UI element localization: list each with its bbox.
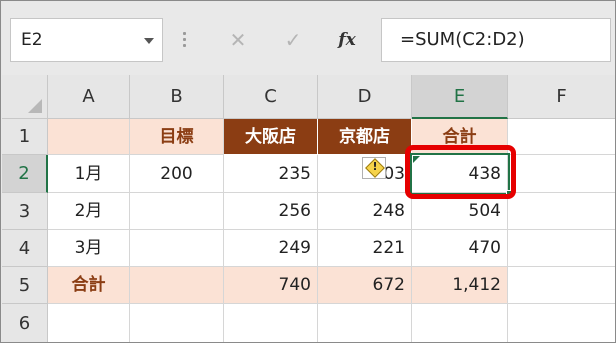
cancel-icon[interactable]: ✕ [224, 26, 252, 54]
cell-a1[interactable] [48, 119, 130, 155]
column-header-c[interactable]: C [224, 75, 318, 119]
cell-a2[interactable]: 1月 [48, 155, 130, 193]
chevron-down-icon[interactable] [144, 38, 154, 44]
formula-buttons: ✕ ✓ fx [212, 18, 372, 62]
column-header-d[interactable]: D [318, 75, 412, 119]
cell-a4[interactable]: 3月 [48, 230, 130, 267]
cell-d1[interactable]: 京都店 [318, 119, 412, 155]
excel-window: E2 ✕ ✓ fx =SUM(C2:D2) A B C D E F 1 2 3 … [0, 0, 616, 343]
row-header-2[interactable]: 2 [2, 155, 48, 193]
worksheet-grid: A B C D E F 1 2 3 4 5 6 目標 大阪店 京都店 合計 1月… [2, 75, 615, 342]
row-header-5[interactable]: 5 [2, 267, 48, 304]
cell-f5[interactable] [508, 267, 615, 304]
column-header-b[interactable]: B [130, 75, 224, 119]
formula-text: =SUM(C2:D2) [400, 29, 525, 50]
cell-b1[interactable]: 目標 [130, 119, 224, 155]
name-box[interactable]: E2 [10, 18, 163, 62]
cell-d3[interactable]: 248 [318, 193, 412, 230]
enter-check-icon[interactable]: ✓ [279, 26, 307, 54]
cell-d4[interactable]: 221 [318, 230, 412, 267]
formula-bar-area: E2 ✕ ✓ fx =SUM(C2:D2) [2, 2, 615, 75]
cell-c6[interactable] [224, 304, 318, 342]
cell-c3[interactable]: 256 [224, 193, 318, 230]
cell-b5[interactable] [130, 267, 224, 304]
cell-b6[interactable] [130, 304, 224, 342]
select-all-button[interactable] [2, 75, 48, 119]
column-header-e[interactable]: E [412, 75, 508, 119]
insert-function-icon[interactable]: fx [333, 26, 361, 54]
cell-f3[interactable] [508, 193, 615, 230]
grip-dots-icon[interactable] [183, 32, 187, 50]
cell-b3[interactable] [130, 193, 224, 230]
cell-f2[interactable] [508, 155, 615, 193]
cell-c4[interactable]: 249 [224, 230, 318, 267]
cell-d5[interactable]: 672 [318, 267, 412, 304]
cell-f4[interactable] [508, 230, 615, 267]
column-header-f[interactable]: F [508, 75, 615, 119]
cell-c2[interactable]: 235 [224, 155, 318, 193]
row-header-6[interactable]: 6 [2, 304, 48, 342]
cell-f1[interactable] [508, 119, 615, 155]
error-warning-button[interactable]: ! [362, 157, 386, 179]
cell-e5[interactable]: 1,412 [412, 267, 508, 304]
cell-a3[interactable]: 2月 [48, 193, 130, 230]
name-box-value: E2 [21, 30, 43, 50]
row-header-4[interactable]: 4 [2, 230, 48, 267]
cell-c5[interactable]: 740 [224, 267, 318, 304]
cell-e6[interactable] [412, 304, 508, 342]
cell-a6[interactable] [48, 304, 130, 342]
column-header-a[interactable]: A [48, 75, 130, 119]
cell-f6[interactable] [508, 304, 615, 342]
formula-input[interactable]: =SUM(C2:D2) [381, 18, 611, 62]
highlight-box [405, 145, 516, 199]
cell-b2[interactable]: 200 [130, 155, 224, 193]
cell-a5[interactable]: 合計 [48, 267, 130, 304]
row-header-3[interactable]: 3 [2, 193, 48, 230]
cell-c1[interactable]: 大阪店 [224, 119, 318, 155]
cell-b4[interactable] [130, 230, 224, 267]
warning-glyph: ! [372, 160, 378, 173]
row-header-1[interactable]: 1 [2, 119, 48, 155]
cell-e4[interactable]: 470 [412, 230, 508, 267]
cell-d6[interactable] [318, 304, 412, 342]
